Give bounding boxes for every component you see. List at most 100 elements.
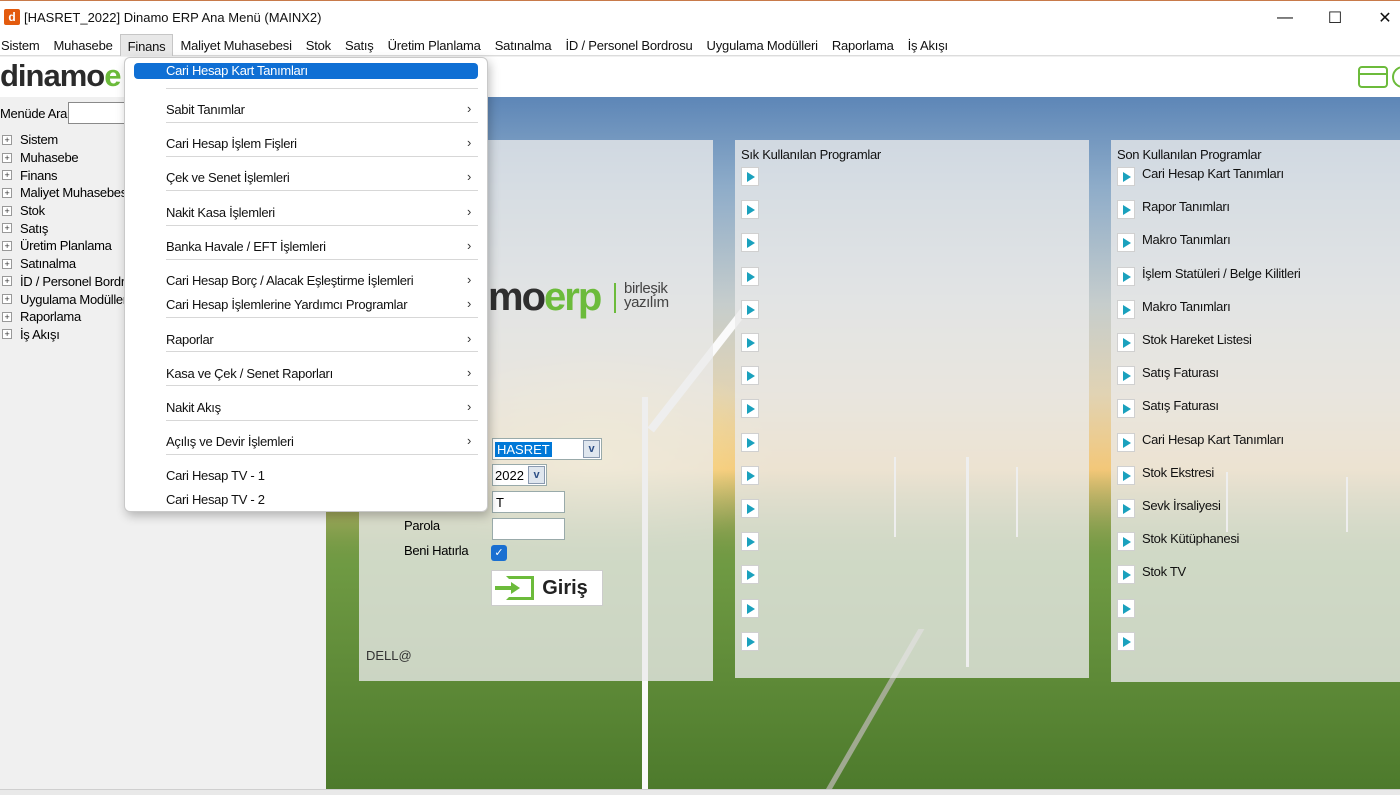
finans-menu-item[interactable]: Cari Hesap TV - 1 <box>125 462 487 488</box>
recent-program-button[interactable] <box>1117 233 1135 253</box>
expand-icon[interactable]: + <box>2 311 12 322</box>
finans-menu-item-label: Nakit Akış <box>166 400 221 415</box>
frequent-program-slot-button[interactable] <box>741 465 759 485</box>
menu-raporlama[interactable]: Raporlama <box>825 34 901 56</box>
expand-icon[interactable]: + <box>2 152 12 163</box>
password-field[interactable] <box>492 518 565 540</box>
frequent-program-slot-button[interactable] <box>741 598 759 618</box>
finans-menu-item[interactable]: Cari Hesap İşlem Fişleri › <box>125 130 487 156</box>
recent-program-button[interactable] <box>1117 299 1135 319</box>
recent-program-button[interactable] <box>1117 465 1135 485</box>
expand-icon[interactable]: + <box>2 258 12 269</box>
finans-menu-item[interactable]: Raporlar › <box>125 326 487 352</box>
recent-program-label[interactable]: Cari Hesap Kart Tanımları <box>1142 166 1284 181</box>
finans-menu-item[interactable]: Sabit Tanımlar › <box>125 96 487 122</box>
finans-menu-item-label: Cari Hesap Borç / Alacak Eşleştirme İşle… <box>166 273 414 288</box>
menu-maliyet-muhasebesi[interactable]: Maliyet Muhasebesi <box>173 34 298 56</box>
menu-uygulama-modülleri[interactable]: Uygulama Modülleri <box>700 34 825 56</box>
menu-sistem[interactable]: Sistem <box>0 34 47 56</box>
year-select[interactable]: 2022 v <box>492 464 547 486</box>
finans-menu-item[interactable]: Banka Havale / EFT İşlemleri › <box>125 233 487 259</box>
recent-program-label[interactable]: Cari Hesap Kart Tanımları <box>1142 432 1284 447</box>
expand-icon[interactable]: + <box>2 205 12 216</box>
frequent-program-slot-button[interactable] <box>741 399 759 419</box>
recent-program-button[interactable] <box>1117 565 1135 585</box>
recent-program-label[interactable]: Rapor Tanımları <box>1142 199 1230 214</box>
frequent-program-slot-button[interactable] <box>741 299 759 319</box>
recent-program-button[interactable] <box>1117 399 1135 419</box>
frequent-program-slot-button[interactable] <box>741 233 759 253</box>
frequent-program-slot-button[interactable] <box>741 631 759 651</box>
username-field[interactable]: T <box>492 491 565 513</box>
finans-menu-item[interactable]: Çek ve Senet İşlemleri › <box>125 164 487 190</box>
menu-i-d-personel-bordrosu[interactable]: İD / Personel Bordrosu <box>558 34 699 56</box>
finans-menu-item[interactable]: Nakit Kasa İşlemleri › <box>125 199 487 225</box>
frequent-program-slot-button[interactable] <box>741 167 759 186</box>
frequent-program-slot-button[interactable] <box>741 432 759 452</box>
frequent-program-slot-button[interactable] <box>741 200 759 220</box>
finans-menu-item[interactable]: Nakit Akış › <box>125 394 487 420</box>
menu-search-input[interactable] <box>68 102 128 124</box>
maximize-button[interactable]: ☐ <box>1312 1 1358 35</box>
recent-program-label[interactable]: Stok TV <box>1142 564 1186 579</box>
finans-menu-item[interactable]: Cari Hesap İşlemlerine Yardımcı Programl… <box>125 291 487 317</box>
recent-program-button[interactable] <box>1117 200 1135 220</box>
frequent-program-slot-button[interactable] <box>741 499 759 518</box>
expand-icon[interactable]: + <box>2 170 12 181</box>
menu-finans[interactable]: Finans <box>119 34 174 56</box>
recent-program-button[interactable] <box>1117 333 1135 352</box>
finans-menu-item[interactable]: Cari Hesap Borç / Alacak Eşleştirme İşle… <box>125 267 487 293</box>
frequent-program-slot-button[interactable] <box>741 366 759 386</box>
expand-icon[interactable]: + <box>2 276 12 287</box>
menu-muhasebe[interactable]: Muhasebe <box>47 34 120 56</box>
finans-menu-item[interactable]: Kasa ve Çek / Senet Raporları › <box>125 360 487 386</box>
recent-program-button[interactable] <box>1117 598 1135 618</box>
recent-program-label[interactable]: Satış Faturası <box>1142 398 1219 413</box>
window-layout-icon[interactable] <box>1358 66 1388 88</box>
frequent-program-slot-button[interactable] <box>741 532 759 552</box>
recent-program-label[interactable]: İşlem Statüleri / Belge Kilitleri <box>1142 266 1301 281</box>
close-button[interactable]: ✕ <box>1362 1 1400 35</box>
recent-program-label[interactable]: Makro Tanımları <box>1142 232 1231 247</box>
recent-program-label[interactable]: Stok Kütüphanesi <box>1142 531 1239 546</box>
minimize-button[interactable]: — <box>1262 1 1308 35</box>
menu-stok[interactable]: Stok <box>299 34 338 56</box>
tree-item-label: Maliyet Muhasebesi <box>20 185 130 201</box>
tree-item-label: Uygulama Modülleri <box>20 291 130 307</box>
recent-program-label[interactable]: Sevk İrsaliyesi <box>1142 498 1221 513</box>
finans-menu-item[interactable]: Cari Hesap Kart Tanımları <box>134 63 478 79</box>
finans-menu-item[interactable]: Cari Hesap TV - 2 <box>125 486 487 512</box>
menu-i-ş-akışı[interactable]: İş Akışı <box>901 34 955 56</box>
frequent-program-slot-button[interactable] <box>741 565 759 585</box>
chevron-right-icon: › <box>466 399 471 414</box>
search-label: Menüde Ara <box>0 106 68 121</box>
recent-program-button[interactable] <box>1117 499 1135 518</box>
company-select[interactable]: HASRET v <box>492 438 602 460</box>
frequent-program-slot-button[interactable] <box>741 333 759 352</box>
finans-menu-item[interactable]: Açılış ve Devir İşlemleri › <box>125 428 487 454</box>
recent-program-button[interactable] <box>1117 631 1135 651</box>
recent-program-button[interactable] <box>1117 266 1135 286</box>
recent-program-button[interactable] <box>1117 167 1135 186</box>
recent-program-label[interactable]: Satış Faturası <box>1142 365 1219 380</box>
expand-icon[interactable]: + <box>2 294 12 305</box>
chevron-down-icon[interactable]: v <box>528 466 545 484</box>
recent-program-label[interactable]: Stok Hareket Listesi <box>1142 332 1252 347</box>
login-button[interactable]: Giriş <box>491 570 603 606</box>
expand-icon[interactable]: + <box>2 187 12 198</box>
recent-program-button[interactable] <box>1117 532 1135 552</box>
recent-program-button[interactable] <box>1117 432 1135 452</box>
menu-satınalma[interactable]: Satınalma <box>488 34 559 56</box>
expand-icon[interactable]: + <box>2 240 12 251</box>
remember-checkbox[interactable]: ✓ <box>491 545 507 561</box>
expand-icon[interactable]: + <box>2 134 12 145</box>
menu-satış[interactable]: Satış <box>338 34 381 56</box>
menu-üretim-planlama[interactable]: Üretim Planlama <box>381 34 488 56</box>
recent-program-label[interactable]: Makro Tanımları <box>1142 299 1231 314</box>
recent-program-label[interactable]: Stok Ekstresi <box>1142 465 1214 480</box>
chevron-down-icon[interactable]: v <box>583 440 600 458</box>
recent-program-button[interactable] <box>1117 366 1135 386</box>
expand-icon[interactable]: + <box>2 223 12 234</box>
expand-icon[interactable]: + <box>2 329 12 340</box>
frequent-program-slot-button[interactable] <box>741 266 759 286</box>
